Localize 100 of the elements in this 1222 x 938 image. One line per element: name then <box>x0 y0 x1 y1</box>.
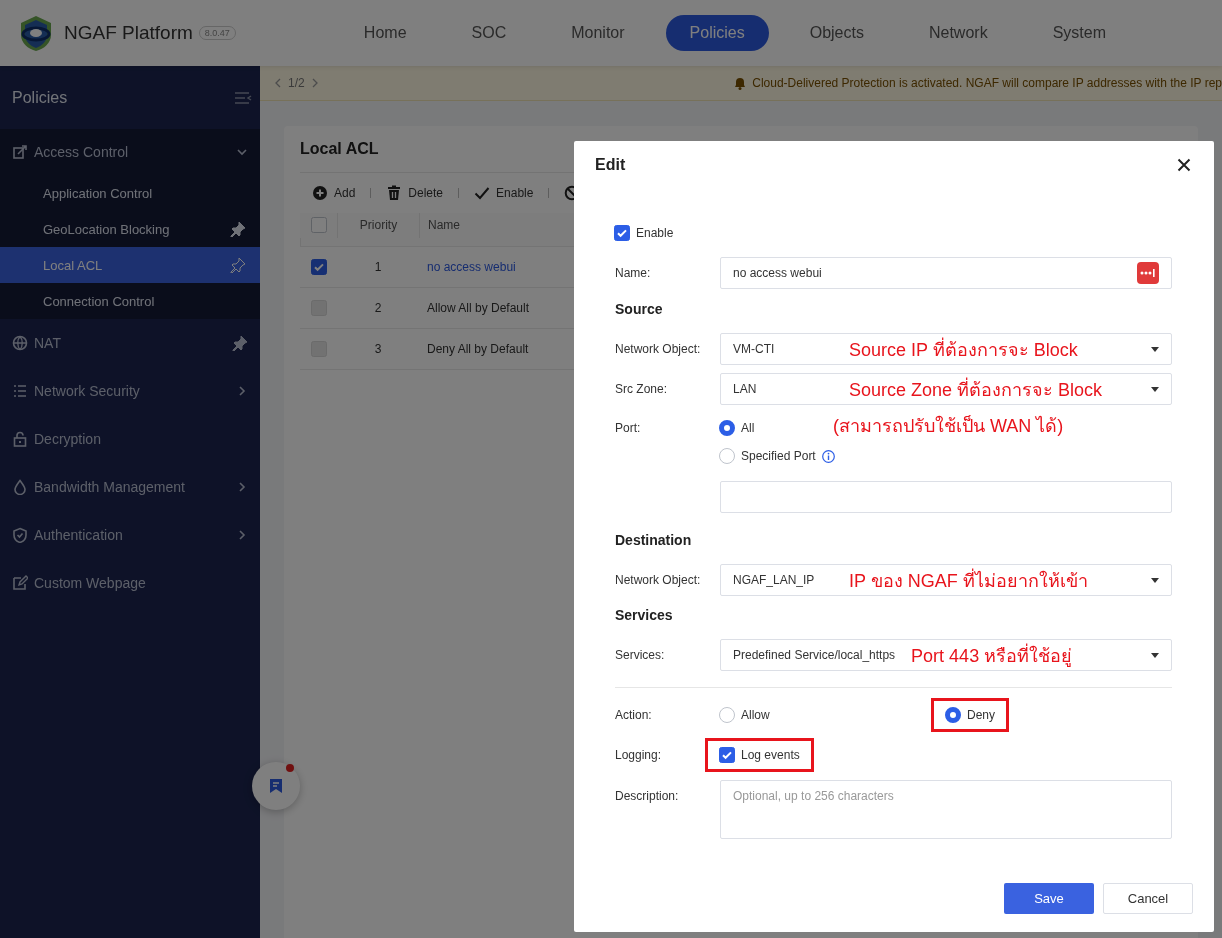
column-header: Name <box>428 218 460 233</box>
pin-outline-icon[interactable] <box>230 257 246 273</box>
nav-tab[interactable]: Monitor <box>547 15 649 51</box>
dropdown-field[interactable]: LAN Source Zone ที่ต้องการจะ Block <box>720 373 1172 405</box>
chevron-right-icon[interactable] <box>310 78 319 88</box>
pin-icon[interactable] <box>232 335 248 351</box>
radio-option[interactable]: Deny <box>931 698 1009 732</box>
sidebar-subitem[interactable]: GeoLocation Blocking <box>0 211 260 247</box>
list-icon <box>12 383 28 399</box>
sidebar-item[interactable]: Access Control <box>0 129 260 175</box>
collapse-menu-icon[interactable] <box>234 89 252 106</box>
field-label: Logging: <box>615 748 663 762</box>
checkbox[interactable] <box>614 225 630 241</box>
table-cell: 3 <box>374 342 382 356</box>
field-label: Src Zone: <box>615 382 669 396</box>
card-title: Local ACL <box>300 140 379 158</box>
trash-icon <box>386 185 403 201</box>
nav-tab[interactable]: Network <box>904 15 1012 51</box>
chevron-down-icon[interactable] <box>236 146 248 158</box>
notice-text: Cloud-Delivered Protection is activated. NGAF will compare IP addresses with the IP rep <box>752 76 1222 90</box>
sidebar-item[interactable]: NAT <box>0 319 260 367</box>
chevron-right-icon[interactable] <box>236 529 248 541</box>
chevron-left-icon[interactable] <box>274 78 282 88</box>
chevron-right-icon[interactable] <box>236 385 248 397</box>
checkbox[interactable] <box>719 747 735 763</box>
sidebar-item[interactable]: Network Security <box>0 367 260 415</box>
sidebar-item[interactable]: Decryption <box>0 415 260 463</box>
page-indicator: 1/2 <box>288 76 305 90</box>
dropdown-field[interactable]: Predefined Service/local_https Port 443 หรือที่ใช้อยู่ <box>720 639 1172 671</box>
nav-tab[interactable]: SOC <box>447 15 531 51</box>
table-link[interactable]: no access webui <box>427 260 516 274</box>
table-cell: Allow All by Default <box>427 301 530 315</box>
save-button[interactable]: Save <box>1004 883 1094 914</box>
bookmark-icon <box>269 778 283 794</box>
field-label: Description: <box>615 789 680 803</box>
toolbar-button[interactable]: Enable <box>474 185 534 201</box>
dropdown-field[interactable]: VM-CTI Source IP ที่ต้องการจะ Block <box>720 333 1172 365</box>
checkbox-option[interactable]: Log events <box>705 738 814 772</box>
nav-tab[interactable]: System <box>1028 15 1130 51</box>
section-heading: Destination <box>615 531 693 550</box>
column-header: Priority <box>359 218 398 233</box>
caret-down-icon[interactable] <box>1151 386 1159 392</box>
annotation-text: Port 443 หรือที่ใช้อยู่ <box>911 642 1074 669</box>
field-label: Port: <box>615 421 642 435</box>
product-name: NGAF Platform <box>64 22 193 44</box>
dialog-title: Edit <box>595 156 626 174</box>
dots-icon[interactable] <box>1137 262 1159 284</box>
annotation-text: Source IP ที่ต้องการจะ Block <box>849 336 1079 362</box>
nav-tab[interactable]: Policies <box>665 15 769 51</box>
section-heading: Services <box>615 606 674 625</box>
drop-icon <box>12 479 28 495</box>
sidebar-subitem[interactable]: Local ACL <box>0 247 260 283</box>
plus-circle-icon <box>312 185 328 201</box>
radio-button[interactable] <box>719 420 735 436</box>
pin-icon[interactable] <box>230 221 246 237</box>
toolbar-button[interactable]: Add <box>312 185 356 201</box>
section-heading: Source <box>615 300 664 319</box>
check-icon <box>474 185 491 201</box>
info-icon[interactable] <box>821 449 835 463</box>
field-label: Name: <box>615 266 652 280</box>
sidebar-subitem[interactable]: Application Control <box>0 175 260 211</box>
shield-icon <box>12 527 28 543</box>
table-cell: Deny All by Default <box>427 342 529 356</box>
nav-tab[interactable]: Home <box>339 15 431 51</box>
access-icon <box>12 144 28 160</box>
checkbox-option[interactable]: Enable <box>600 216 688 250</box>
close-icon[interactable] <box>1177 158 1191 172</box>
description-field[interactable]: Optional, up to 256 characters <box>720 780 1172 839</box>
nav-tab[interactable]: Objects <box>785 15 888 51</box>
radio-button[interactable] <box>945 707 961 723</box>
globe-icon <box>12 335 28 351</box>
sidebar-item[interactable]: Authentication <box>0 511 260 559</box>
radio-option[interactable]: Allow <box>705 698 784 732</box>
notification-dot <box>286 764 294 772</box>
cancel-button[interactable]: Cancel <box>1103 883 1193 914</box>
field-label: Network Object: <box>615 573 702 587</box>
annotation-text: Source Zone ที่ต้องการจะ Block <box>849 376 1104 402</box>
sidebar-subitem[interactable]: Connection Control <box>0 283 260 319</box>
toolbar-button[interactable]: Delete <box>386 185 444 201</box>
field-label: Services: <box>615 648 666 662</box>
sidebar-item[interactable]: Custom Webpage <box>0 559 260 607</box>
name-field[interactable]: no access webui <box>720 257 1172 289</box>
annotation-text: (สามารถปรับใช้เป็น WAN ได้) <box>833 414 1064 438</box>
edit-icon <box>12 575 28 591</box>
caret-down-icon[interactable] <box>1151 652 1159 658</box>
checkbox[interactable] <box>310 217 327 234</box>
sidebar-item[interactable]: Bandwidth Management <box>0 463 260 511</box>
sidebar-title: Policies <box>12 88 68 107</box>
radio-button[interactable] <box>719 707 735 723</box>
radio-button[interactable] <box>719 448 735 464</box>
annotation-text: IP ของ NGAF ที่ไม่อยากให้เข้า <box>849 567 1089 593</box>
bell-icon <box>734 76 747 90</box>
field-label: Network Object: <box>615 342 702 356</box>
lock-icon <box>12 431 28 447</box>
caret-down-icon[interactable] <box>1151 346 1159 352</box>
port-field[interactable] <box>720 481 1172 513</box>
checkbox[interactable] <box>310 259 327 275</box>
caret-down-icon[interactable] <box>1151 577 1159 583</box>
dropdown-field[interactable]: NGAF_LAN_IP IP ของ NGAF ที่ไม่อยากให้เข้า <box>720 564 1172 596</box>
chevron-right-icon[interactable] <box>236 481 248 493</box>
